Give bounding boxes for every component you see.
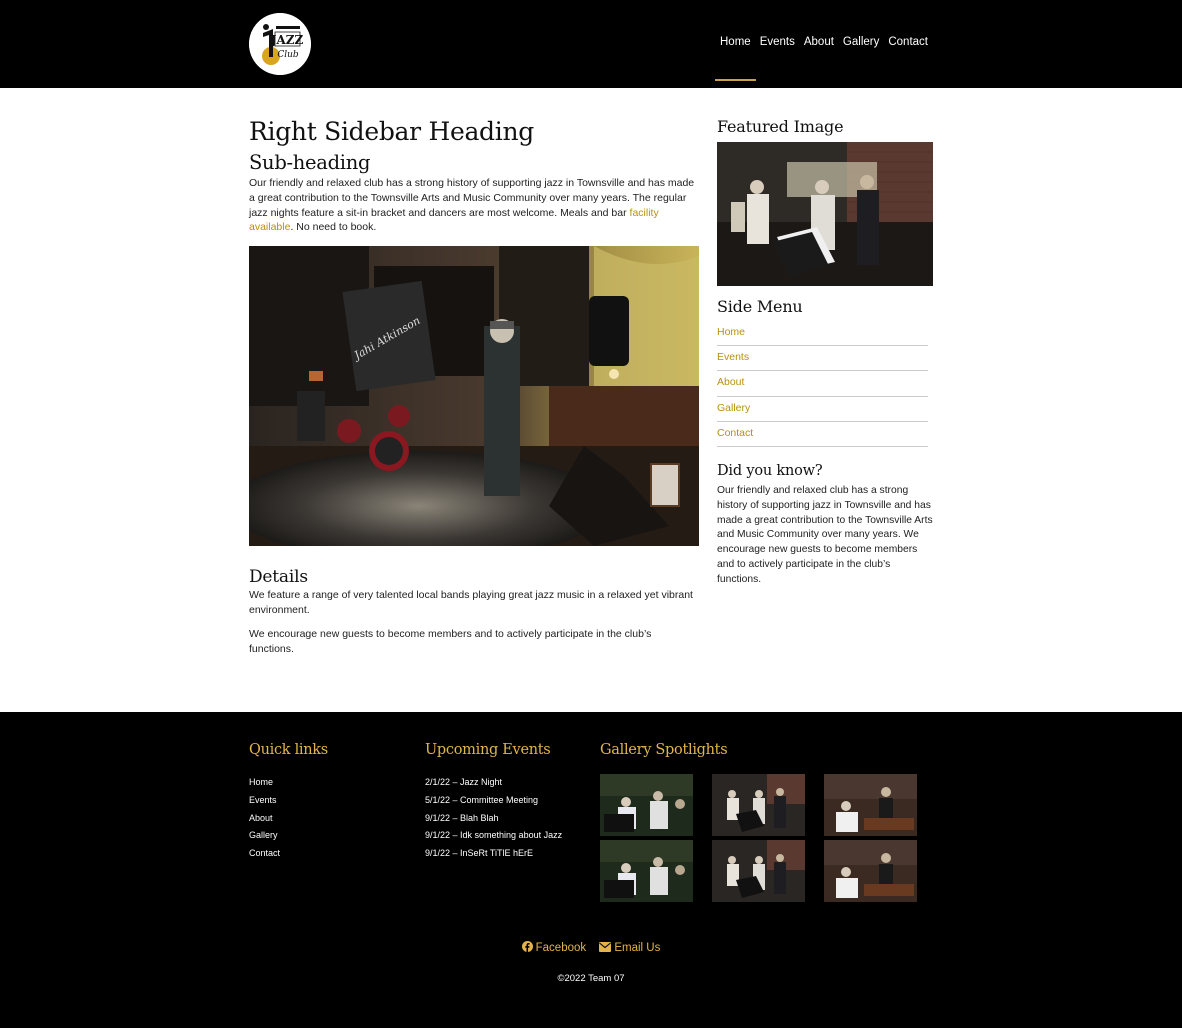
facebook-link[interactable]: Facebook	[521, 941, 590, 954]
nav-contact[interactable]: Contact	[888, 36, 928, 48]
featured-band-photo	[717, 142, 933, 286]
upcoming-events-list: 2/1/22 – Jazz Night 5/1/22 – Committee M…	[425, 777, 562, 866]
email-label: Email Us	[614, 942, 661, 954]
event-item: 2/1/22 – Jazz Night	[425, 777, 503, 787]
event-item: 9/1/22 – Idk something about Jazz	[425, 830, 563, 841]
gallery-thumb-piano-2[interactable]	[600, 840, 693, 902]
details-paragraph-1: We feature a range of very talented loca…	[249, 589, 693, 616]
side-menu-events[interactable]: Events	[717, 346, 928, 372]
gallery-thumb-piano[interactable]	[600, 774, 693, 836]
nav-home[interactable]: Home	[715, 36, 756, 81]
nav-about[interactable]: About	[804, 36, 834, 48]
event-item: 9/1/22 – Blah Blah	[425, 812, 499, 823]
gallery-spotlights-heading: Gallery Spotlights	[600, 742, 728, 758]
upcoming-events-heading: Upcoming Events	[425, 742, 551, 758]
page-subtitle: Sub-heading	[249, 151, 371, 174]
quick-links-heading: Quick links	[249, 742, 328, 758]
envelope-icon	[599, 942, 612, 952]
nav-gallery[interactable]: Gallery	[843, 36, 879, 48]
footer-link-contact[interactable]: Contact	[249, 848, 280, 866]
side-menu-gallery[interactable]: Gallery	[717, 397, 928, 422]
featured-image-heading: Featured Image	[717, 117, 844, 136]
gallery-thumb-band[interactable]	[712, 774, 805, 836]
quick-links-list: Home Events About Gallery Contact	[249, 777, 280, 866]
email-link[interactable]: Email Us	[599, 942, 660, 954]
side-menu-about[interactable]: About	[717, 371, 928, 397]
did-you-know-text: Our friendly and relaxed club has a stro…	[717, 484, 933, 585]
event-item: 9/1/22 – InSeRt TiTlE hErE	[425, 848, 534, 859]
band-performance-photo: Jahi Atkinson	[249, 246, 699, 547]
gallery-thumb-keys[interactable]	[824, 774, 917, 836]
side-menu-heading: Side Menu	[717, 297, 803, 316]
side-menu-home[interactable]: Home	[717, 321, 928, 347]
main-nav: Home Events About Gallery Contact	[711, 36, 928, 81]
page-title: Right Sidebar Heading	[249, 117, 534, 146]
main-content: Right Sidebar Heading Sub-heading Our fr…	[249, 116, 699, 656]
details-heading: Details	[249, 567, 308, 588]
svg-text:Club: Club	[277, 50, 299, 60]
svg-text:JAZZ: JAZZ	[270, 33, 304, 47]
footer-link-events[interactable]: Events	[249, 795, 280, 813]
footer-link-about[interactable]: About	[249, 813, 280, 831]
facebook-label: Facebook	[535, 942, 587, 954]
footer-link-home[interactable]: Home	[249, 777, 280, 795]
nav-events[interactable]: Events	[760, 36, 795, 48]
copyright-text: ©2022 Team 07	[557, 973, 625, 984]
intro-text: Our friendly and relaxed club has a stro…	[249, 177, 695, 219]
did-you-know-heading: Did you know?	[717, 462, 823, 479]
intro-paragraph: Our friendly and relaxed club has a stro…	[249, 176, 699, 235]
gallery-thumb-keys-2[interactable]	[824, 840, 917, 902]
side-menu-contact[interactable]: Contact	[717, 422, 928, 447]
gallery-thumb-band-2[interactable]	[712, 840, 805, 902]
right-sidebar: Featured Image Side Menu Home Events Abo…	[717, 116, 933, 588]
details-paragraph-2: We encourage new guests to become member…	[249, 627, 652, 655]
site-header: JAZZ Club Home Events About Gallery Cont…	[0, 0, 1182, 88]
facebook-icon	[521, 941, 533, 952]
townsville-jazz-club-logo[interactable]: JAZZ Club	[249, 13, 311, 75]
intro-text-end: . No need to book.	[290, 221, 377, 234]
social-links: Facebook Email Us	[0, 941, 1182, 954]
site-footer: Quick links Home Events About Gallery Co…	[0, 712, 1182, 1028]
footer-link-gallery[interactable]: Gallery	[249, 830, 280, 848]
side-menu: Home Events About Gallery Contact	[717, 321, 928, 447]
event-item: 5/1/22 – Committee Meeting	[425, 794, 539, 805]
